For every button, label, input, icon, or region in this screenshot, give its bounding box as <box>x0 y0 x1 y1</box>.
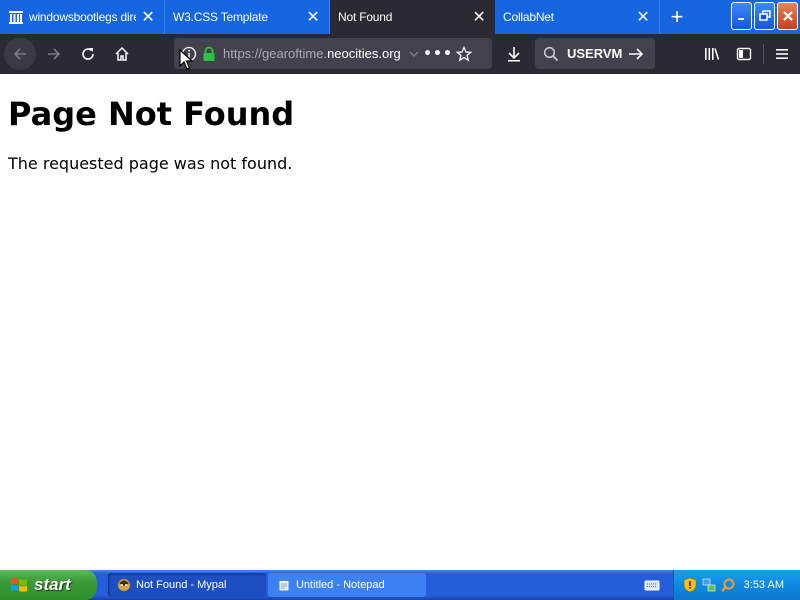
url-bar[interactable]: https://gearoftime.neocities.org ••• <box>174 38 492 69</box>
forward-arrow-icon <box>48 48 61 60</box>
back-arrow-icon <box>13 48 26 60</box>
navigation-toolbar: https://gearoftime.neocities.org ••• USE… <box>0 34 800 74</box>
security-shield-icon[interactable] <box>682 577 698 593</box>
url-prefix: https://gearoftime. <box>223 46 328 61</box>
close-tab-icon[interactable]: ✕ <box>136 5 160 29</box>
tab-w3css-template[interactable]: W3.CSS Template ✕ <box>165 0 330 34</box>
library-button[interactable] <box>698 38 726 70</box>
page-message: The requested page was not found. <box>8 154 293 173</box>
sidebar-icon <box>736 47 752 61</box>
keyboard-language-icon[interactable] <box>644 577 660 593</box>
sidebar-button[interactable] <box>730 38 758 70</box>
tab-strip: windowsbootlegs dire ✕ W3.CSS Template ✕… <box>0 0 800 34</box>
tab-label: windowsbootlegs dire <box>29 10 136 24</box>
taskbar: start Not Found - Mypal Untitled - Notep… <box>0 570 800 600</box>
lock-icon[interactable] <box>201 44 217 64</box>
notepad-icon <box>276 577 292 593</box>
url-domain: neocities.org <box>327 46 401 61</box>
tab-label: W3.CSS Template <box>173 10 268 24</box>
home-icon <box>115 46 129 61</box>
page-heading: Page Not Found <box>8 95 295 133</box>
system-tray: 3:53 AM <box>673 570 800 600</box>
search-bar[interactable]: USERVM <box>535 38 655 69</box>
menu-button[interactable] <box>768 38 796 70</box>
mouse-cursor-icon <box>179 49 193 70</box>
back-button[interactable] <box>4 38 36 70</box>
restore-button[interactable] <box>754 2 775 30</box>
close-window-button[interactable] <box>777 2 798 30</box>
minimize-button[interactable] <box>731 2 752 30</box>
search-input[interactable]: USERVM <box>567 46 625 61</box>
taskbar-item-label: Not Found - Mypal <box>136 579 227 591</box>
taskbar-item-mypal[interactable]: Not Found - Mypal <box>108 573 266 597</box>
tab-collabnet[interactable]: CollabNet ✕ <box>495 0 660 34</box>
download-icon <box>508 47 520 62</box>
page-content: Page Not Found The requested page was no… <box>0 74 800 569</box>
more-actions-icon[interactable]: ••• <box>423 46 452 62</box>
windows-logo-icon <box>11 578 27 592</box>
magnifier-icon[interactable] <box>720 577 736 593</box>
taskbar-clock[interactable]: 3:53 AM <box>744 579 784 591</box>
tab-windowsbootlegs[interactable]: windowsbootlegs dire ✕ <box>0 0 165 34</box>
reload-icon <box>82 48 94 60</box>
home-button[interactable] <box>106 38 138 70</box>
download-button[interactable] <box>500 38 528 70</box>
forward-button[interactable] <box>38 38 70 70</box>
taskbar-item-notepad[interactable]: Untitled - Notepad <box>268 573 426 597</box>
start-label: start <box>34 575 71 594</box>
tab-not-found[interactable]: Not Found ✕ <box>330 0 495 34</box>
close-tab-icon[interactable]: ✕ <box>301 5 325 29</box>
tab-label: CollabNet <box>503 10 554 24</box>
hamburger-menu-icon <box>776 49 788 59</box>
url-text[interactable]: https://gearoftime.neocities.org <box>223 46 403 61</box>
mypal-icon <box>116 577 132 593</box>
toolbar-divider <box>763 44 764 64</box>
new-tab-button[interactable]: + <box>660 0 694 34</box>
window-controls <box>731 2 798 30</box>
library-icon <box>705 48 720 60</box>
archive-icon <box>8 9 24 25</box>
reload-button[interactable] <box>72 38 104 70</box>
start-button[interactable]: start <box>0 570 97 600</box>
close-tab-icon[interactable]: ✕ <box>631 5 655 29</box>
close-tab-icon[interactable]: ✕ <box>467 5 491 29</box>
search-go-arrow-icon[interactable] <box>627 46 645 62</box>
taskbar-item-label: Untitled - Notepad <box>296 579 385 591</box>
search-icon <box>543 46 559 62</box>
tab-label: Not Found <box>338 10 393 24</box>
bookmark-star-icon[interactable] <box>451 45 477 62</box>
network-icon[interactable] <box>701 577 717 593</box>
chevron-down-icon[interactable] <box>403 48 425 60</box>
